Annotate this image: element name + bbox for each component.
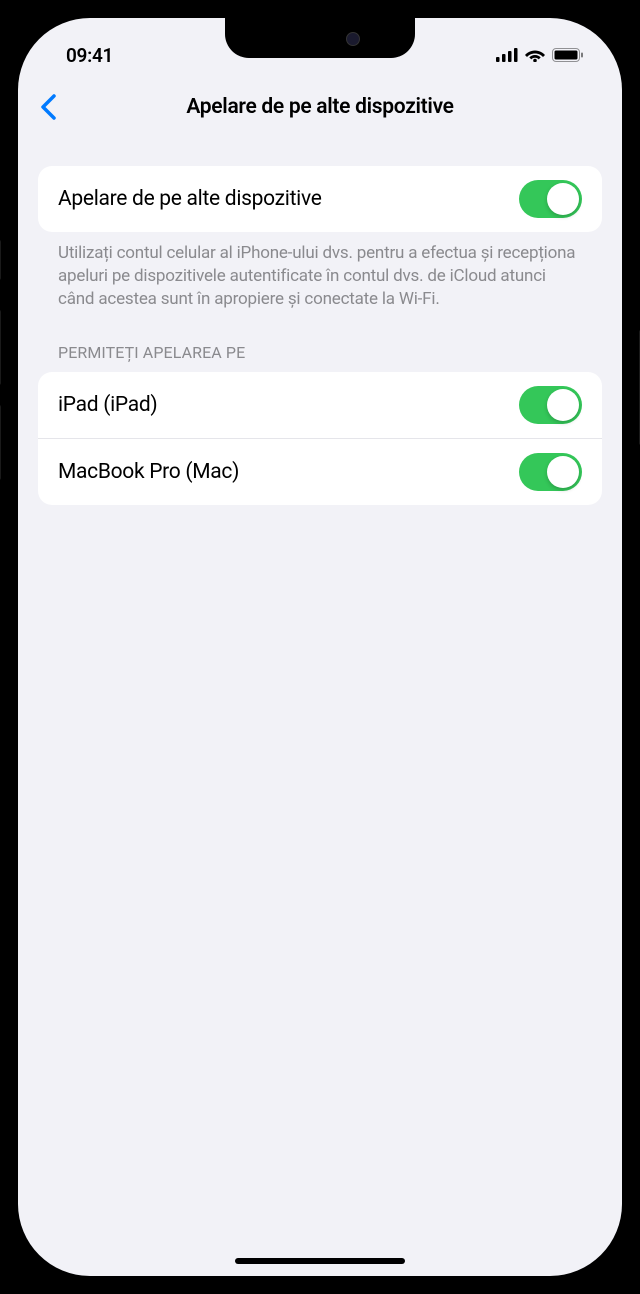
- wifi-icon: [525, 48, 545, 62]
- devices-group: iPad (iPad) MacBook Pro (Mac): [38, 372, 602, 505]
- toggle-knob: [547, 456, 579, 488]
- navigation-bar: Apelare de pe alte dispozitive: [18, 78, 622, 142]
- notch: [225, 18, 415, 58]
- page-title: Apelare de pe alte dispozitive: [186, 95, 453, 119]
- calls-on-other-devices-row: Apelare de pe alte dispozitive: [38, 166, 602, 232]
- toggle-knob: [547, 183, 579, 215]
- device-toggle-ipad[interactable]: [519, 386, 582, 424]
- calls-on-other-devices-label: Apelare de pe alte dispozitive: [58, 187, 322, 211]
- status-time: 09:41: [66, 44, 113, 67]
- battery-icon: [552, 48, 584, 62]
- devices-section-header: PERMITEȚI APELAREA PE: [38, 311, 602, 372]
- device-label: MacBook Pro (Mac): [58, 460, 239, 484]
- silent-switch: [0, 240, 1, 280]
- cellular-signal-icon: [496, 48, 518, 62]
- screen: 09:41: [18, 18, 622, 1276]
- device-row-macbook: MacBook Pro (Mac): [38, 438, 602, 505]
- device-row-ipad: iPad (iPad): [38, 372, 602, 438]
- toggle-knob: [547, 389, 579, 421]
- content-area: Apelare de pe alte dispozitive Utilizați…: [18, 142, 622, 505]
- back-button[interactable]: [38, 92, 58, 122]
- device-toggle-macbook[interactable]: [519, 453, 582, 491]
- main-toggle-group: Apelare de pe alte dispozitive: [38, 166, 602, 232]
- status-icons: [496, 48, 584, 62]
- main-toggle-description: Utilizați contul celular al iPhone-ului …: [38, 232, 602, 311]
- volume-down-button: [0, 405, 1, 480]
- calls-on-other-devices-toggle[interactable]: [519, 180, 582, 218]
- volume-up-button: [0, 310, 1, 385]
- device-label: iPad (iPad): [58, 393, 157, 417]
- phone-frame: 09:41: [0, 0, 640, 1294]
- home-indicator[interactable]: [235, 1258, 405, 1264]
- chevron-left-icon: [40, 94, 56, 120]
- front-camera: [346, 32, 360, 46]
